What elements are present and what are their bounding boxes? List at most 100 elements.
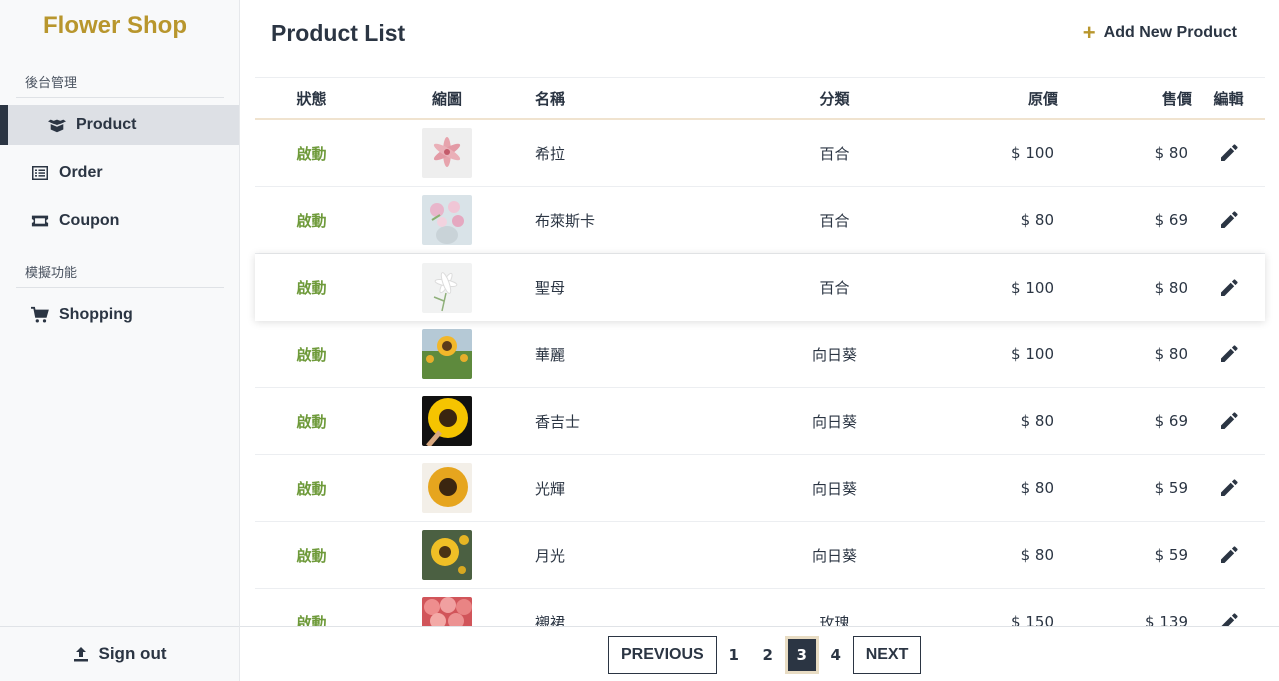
sidebar-item-label: Order bbox=[59, 164, 103, 181]
pencil-icon bbox=[1219, 143, 1239, 163]
product-origin-price: $ 100 bbox=[1011, 144, 1054, 162]
edit-button[interactable] bbox=[1192, 143, 1265, 163]
sidebar-item-label: Coupon bbox=[59, 212, 120, 229]
sidebar-item-label: Product bbox=[76, 116, 137, 133]
sidebar-item-coupon[interactable]: Coupon bbox=[0, 201, 239, 241]
product-price: $ 59 bbox=[1154, 479, 1188, 497]
sidebar: Flower Shop 後台管理 Product Order Coupon 模擬… bbox=[0, 0, 240, 681]
table-row: 啟動 光輝 向日葵 $ 80 $ 59 bbox=[255, 455, 1265, 522]
product-price: $ 69 bbox=[1154, 412, 1188, 430]
status-badge: 啟動 bbox=[296, 345, 327, 364]
col-header-origin-price: 原價 bbox=[1027, 89, 1058, 108]
sidebar-item-order[interactable]: Order bbox=[0, 153, 239, 193]
table-header: 狀態 縮圖 名稱 分類 原價 售價 編輯 bbox=[255, 77, 1265, 120]
product-origin-price: $ 80 bbox=[1020, 479, 1054, 497]
status-badge: 啟動 bbox=[296, 546, 327, 565]
box-open-icon bbox=[48, 116, 66, 134]
ticket-icon bbox=[31, 212, 49, 230]
product-origin-price: $ 100 bbox=[1011, 278, 1054, 297]
col-header-status: 狀態 bbox=[296, 89, 327, 108]
col-header-price: 售價 bbox=[1161, 89, 1192, 108]
product-category: 向日葵 bbox=[811, 546, 857, 565]
pencil-icon bbox=[1219, 278, 1239, 298]
product-name: 華麗 bbox=[535, 345, 566, 364]
section-label-simulate: 模擬功能 bbox=[16, 262, 224, 288]
upload-icon bbox=[73, 646, 89, 662]
table-row: 啟動 希拉 百合 $ 100 $ 80 bbox=[255, 120, 1265, 187]
product-category: 百合 bbox=[819, 211, 850, 230]
product-origin-price: $ 100 bbox=[1011, 345, 1054, 363]
col-header-category: 分類 bbox=[819, 89, 850, 108]
sidebar-item-shopping[interactable]: Shopping bbox=[0, 295, 239, 335]
product-name: 香吉士 bbox=[535, 412, 581, 431]
table-row: 啟動 華麗 向日葵 $ 100 $ 80 bbox=[255, 321, 1265, 388]
product-thumbnail bbox=[368, 530, 526, 580]
page-3-button[interactable]: 3 bbox=[784, 636, 819, 674]
sidebar-item-label: Shopping bbox=[59, 306, 133, 323]
product-price: $ 80 bbox=[1154, 278, 1188, 297]
product-thumbnail bbox=[368, 195, 526, 245]
product-price: $ 69 bbox=[1154, 211, 1188, 229]
main-content: Product List + Add New Product 狀態 縮圖 名稱 … bbox=[240, 0, 1279, 681]
product-thumbnail bbox=[368, 128, 526, 178]
product-thumbnail bbox=[368, 329, 526, 379]
product-name: 聖母 bbox=[535, 279, 566, 297]
edit-button[interactable] bbox=[1192, 210, 1265, 230]
product-price: $ 59 bbox=[1154, 546, 1188, 564]
page-title: Product List bbox=[271, 20, 406, 46]
plus-icon: + bbox=[1082, 20, 1096, 45]
status-badge: 啟動 bbox=[296, 479, 327, 498]
product-table: 狀態 縮圖 名稱 分類 原價 售價 編輯 啟動 希拉 百合 $ 100 $ 80 啟動 布萊… bbox=[255, 77, 1265, 656]
edit-button[interactable] bbox=[1192, 545, 1265, 565]
product-name: 布萊斯卡 bbox=[535, 211, 596, 230]
pagination-bar: PREVIOUS 1 2 3 4 NEXT bbox=[240, 626, 1279, 681]
status-badge: 啟動 bbox=[296, 144, 327, 163]
product-thumbnail bbox=[368, 262, 526, 313]
list-icon bbox=[31, 164, 49, 182]
page-4-button[interactable]: 4 bbox=[819, 636, 853, 674]
pencil-icon bbox=[1219, 411, 1239, 431]
product-category: 百合 bbox=[819, 279, 850, 297]
product-origin-price: $ 80 bbox=[1020, 211, 1054, 229]
edit-button[interactable] bbox=[1192, 278, 1265, 298]
product-price: $ 80 bbox=[1154, 345, 1188, 363]
product-thumbnail bbox=[368, 396, 526, 446]
table-body: 啟動 希拉 百合 $ 100 $ 80 啟動 布萊斯卡 百合 $ 80 $ 69 啟動 聖母 百合 $ 1… bbox=[255, 120, 1265, 656]
product-origin-price: $ 80 bbox=[1020, 412, 1054, 430]
signout-label: Sign out bbox=[98, 644, 167, 663]
col-header-name: 名稱 bbox=[535, 89, 566, 108]
product-name: 月光 bbox=[535, 546, 566, 565]
table-row: 啟動 聖母 百合 $ 100 $ 80 bbox=[255, 254, 1265, 321]
pencil-icon bbox=[1219, 545, 1239, 565]
cart-icon bbox=[31, 306, 49, 324]
table-row: 啟動 月光 向日葵 $ 80 $ 59 bbox=[255, 522, 1265, 589]
sidebar-item-product[interactable]: Product bbox=[0, 105, 239, 145]
product-category: 向日葵 bbox=[811, 345, 857, 364]
col-header-edit: 編輯 bbox=[1213, 89, 1244, 108]
add-new-product-label: Add New Product bbox=[1103, 24, 1237, 41]
add-new-product-button[interactable]: + Add New Product bbox=[1082, 20, 1237, 45]
edit-button[interactable] bbox=[1192, 411, 1265, 431]
page-2-button[interactable]: 2 bbox=[751, 636, 785, 674]
pencil-icon bbox=[1219, 210, 1239, 230]
product-category: 向日葵 bbox=[811, 412, 857, 431]
pencil-icon bbox=[1219, 344, 1239, 364]
product-name: 光輝 bbox=[535, 479, 566, 498]
product-price: $ 80 bbox=[1154, 144, 1188, 162]
next-page-button[interactable]: NEXT bbox=[852, 636, 922, 674]
product-origin-price: $ 80 bbox=[1020, 546, 1054, 564]
status-badge: 啟動 bbox=[296, 211, 327, 230]
status-badge: 啟動 bbox=[296, 412, 327, 431]
page-1-button[interactable]: 1 bbox=[717, 636, 751, 674]
previous-page-button[interactable]: PREVIOUS bbox=[608, 636, 717, 674]
product-category: 百合 bbox=[819, 144, 850, 163]
brand-logo[interactable]: Flower Shop bbox=[0, 12, 230, 40]
product-name: 希拉 bbox=[535, 144, 566, 163]
product-category: 向日葵 bbox=[811, 479, 857, 498]
edit-button[interactable] bbox=[1192, 344, 1265, 364]
pagination: PREVIOUS 1 2 3 4 NEXT bbox=[608, 636, 922, 674]
product-thumbnail bbox=[368, 463, 526, 513]
edit-button[interactable] bbox=[1192, 478, 1265, 498]
section-label-admin: 後台管理 bbox=[16, 72, 224, 98]
signout-button[interactable]: Sign out bbox=[0, 626, 239, 681]
